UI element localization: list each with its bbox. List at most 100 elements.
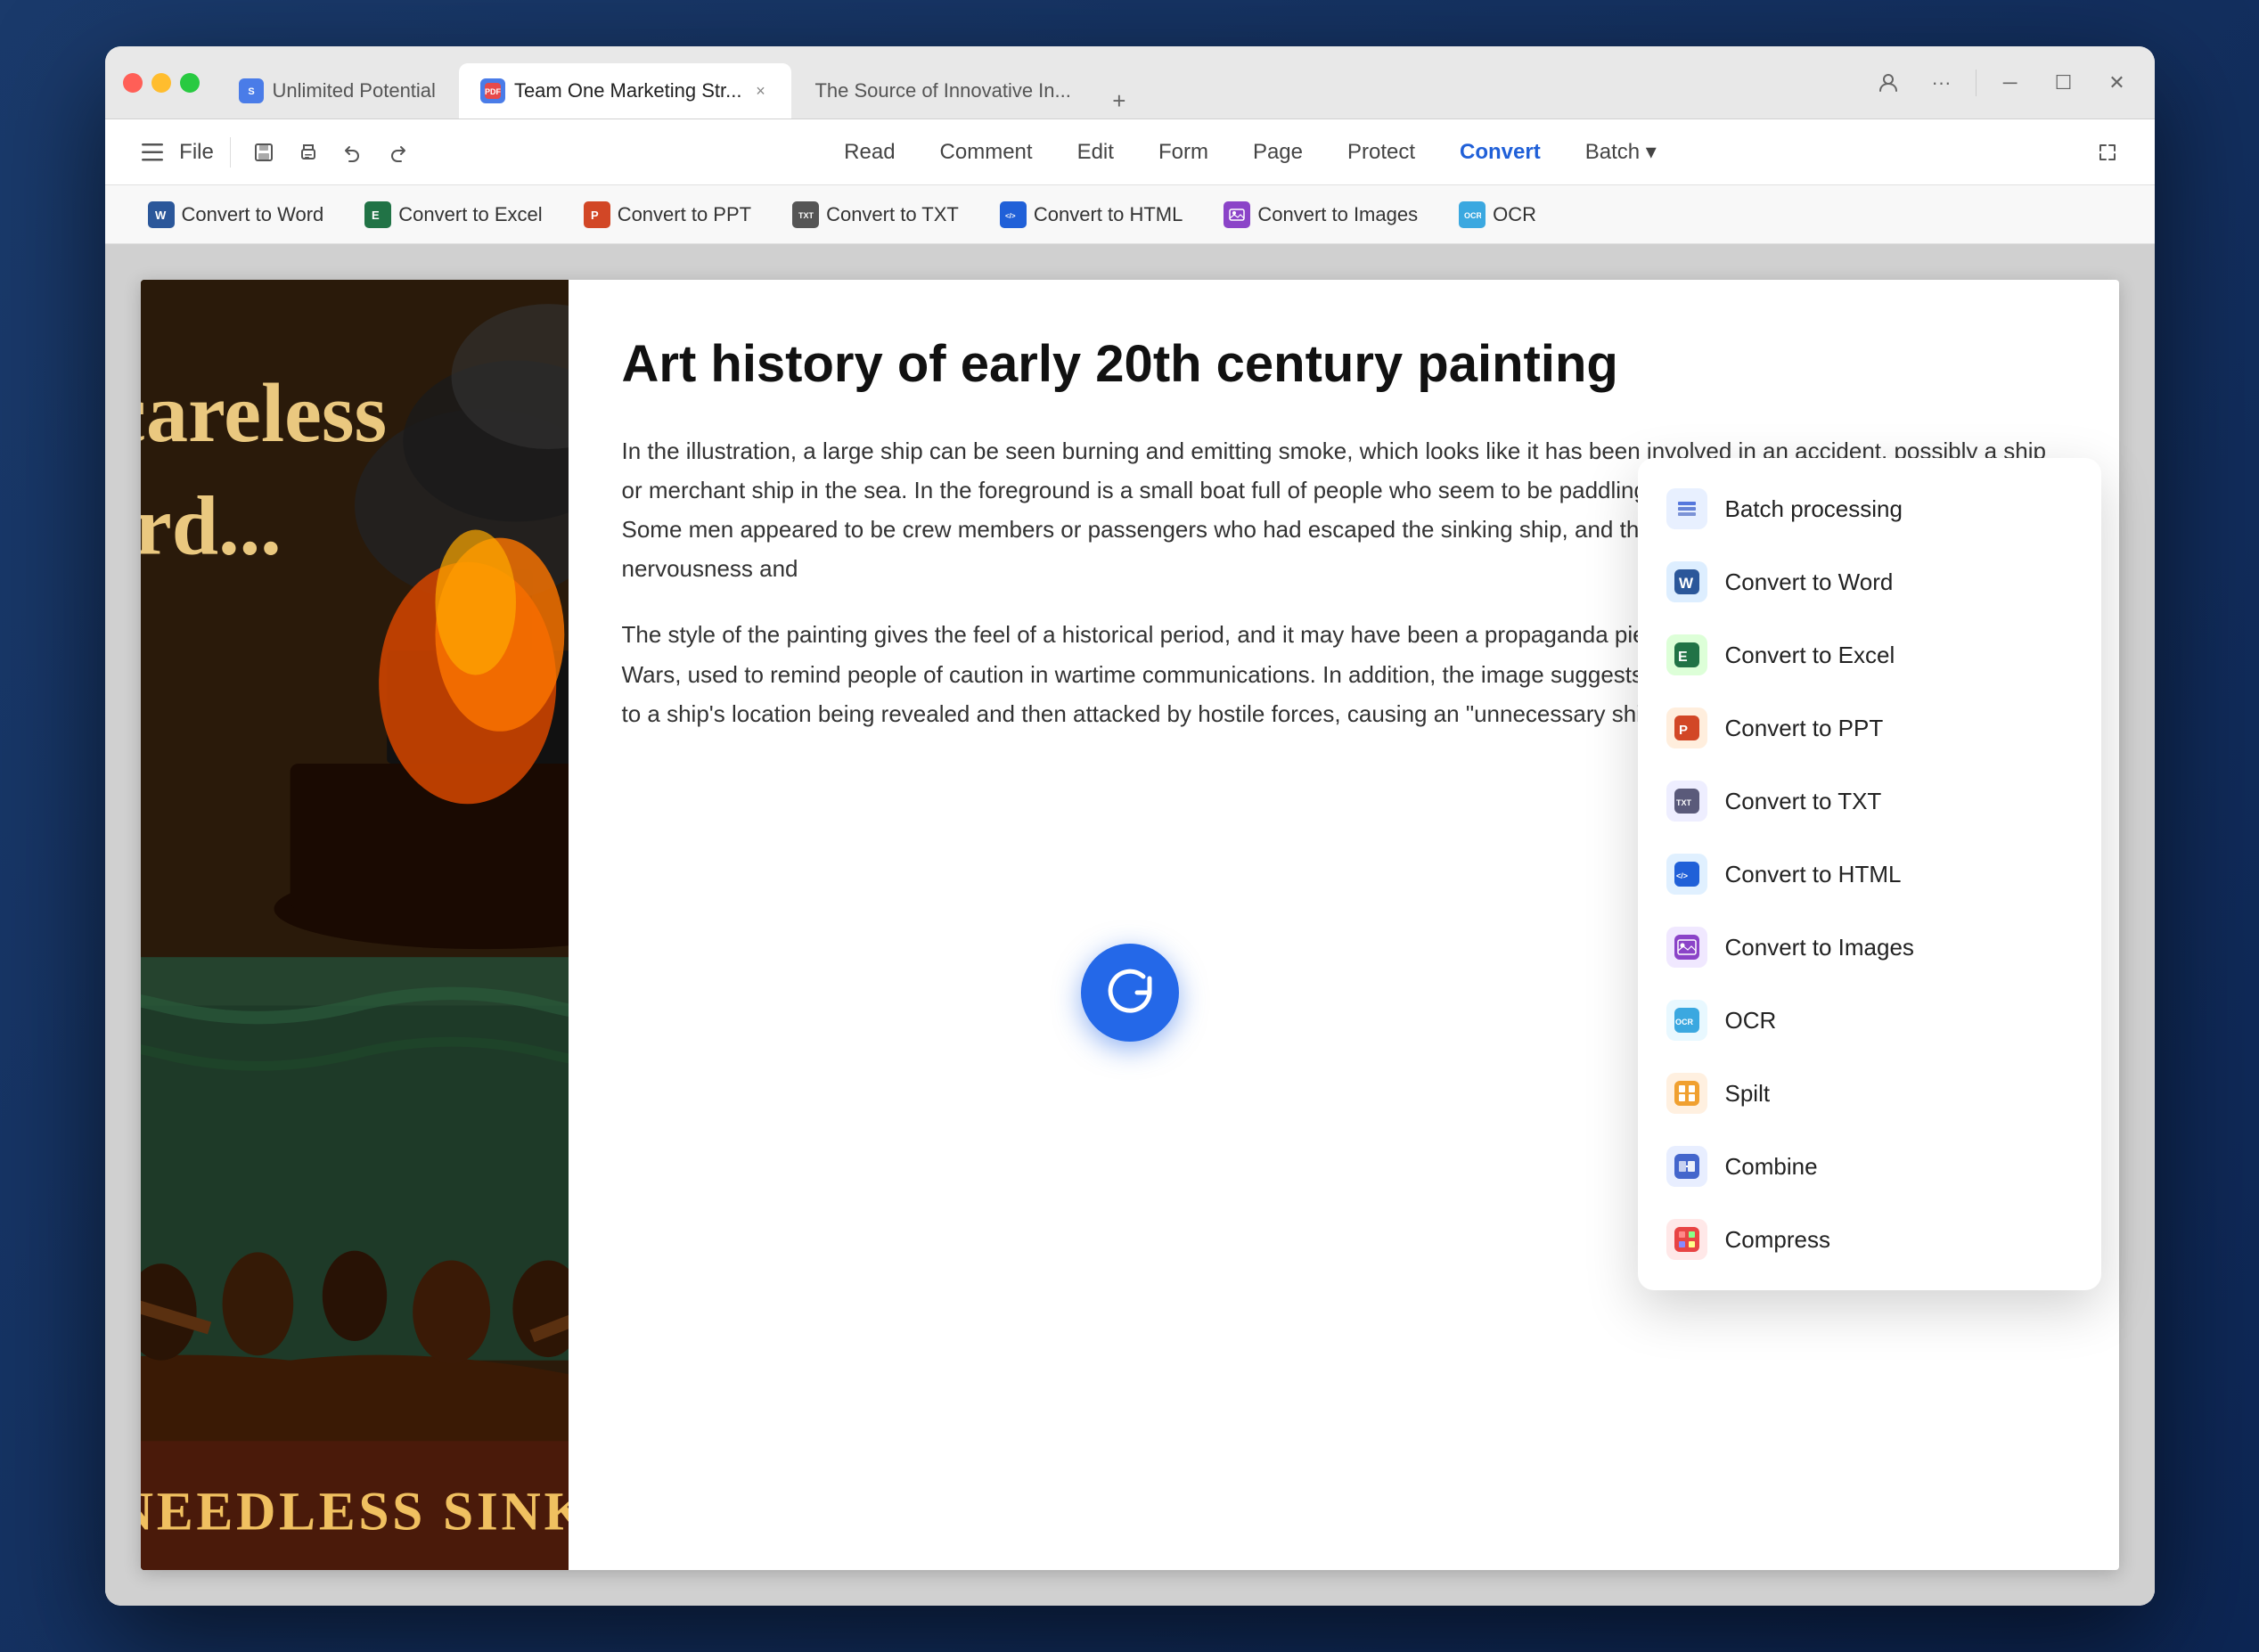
refresh-icon (1103, 966, 1157, 1019)
tab-teamone-close[interactable]: × (750, 81, 770, 101)
svg-text:E: E (372, 209, 380, 222)
tab-source-label: The Source of Innovative In... (814, 79, 1070, 102)
dropdown-batch-label: Batch processing (1725, 495, 1903, 523)
undo-button[interactable] (332, 132, 373, 173)
dropdown-item-combine[interactable]: Combine (1638, 1130, 2101, 1203)
redo-button[interactable] (377, 132, 418, 173)
convert-to-word-button[interactable]: W Convert to Word (132, 192, 340, 237)
html-icon: </> (1000, 201, 1027, 228)
dropdown-ppt-icon: P (1666, 707, 1707, 748)
svg-text:P: P (591, 209, 599, 222)
file-menu-button[interactable]: File (176, 132, 217, 173)
convert-toolbar: W Convert to Word E Convert to Excel P C… (105, 185, 2155, 244)
tab-unlimited[interactable]: S Unlimited Potential (217, 63, 457, 119)
excel-icon: E (364, 201, 391, 228)
user-button[interactable] (1869, 63, 1908, 102)
convert-to-ocr-button[interactable]: OCR OCR (1443, 192, 1552, 237)
dropdown-split-icon (1666, 1073, 1707, 1114)
svg-text:P: P (1679, 723, 1688, 738)
svg-text:S: S (248, 86, 254, 97)
nav-edit[interactable]: Edit (1058, 131, 1134, 174)
nav-batch[interactable]: Batch ▾ (1566, 130, 1676, 174)
svg-text:OCR: OCR (1464, 211, 1481, 220)
dropdown-item-html[interactable]: </> Convert to HTML (1638, 838, 2101, 911)
nav-page[interactable]: Page (1233, 131, 1322, 174)
dropdown-compress-icon (1666, 1219, 1707, 1260)
svg-text:...A NEEDLESS SINKING: ...A NEEDLESS SINKING (141, 1482, 569, 1542)
maximize-window-button[interactable] (180, 73, 200, 93)
main-toolbar: File (105, 119, 2155, 185)
nav-convert[interactable]: Convert (1440, 131, 1560, 174)
dropdown-item-ppt[interactable]: P Convert to PPT (1638, 691, 2101, 765)
new-tab-button[interactable]: + (1101, 83, 1137, 119)
convert-action-button[interactable] (1081, 944, 1179, 1042)
minimize-window-button[interactable] (151, 73, 171, 93)
nav-read[interactable]: Read (824, 131, 914, 174)
dropdown-html-icon: </> (1666, 854, 1707, 895)
ppt-icon: P (584, 201, 610, 228)
svg-text:TXT: TXT (798, 211, 814, 220)
window-close-button[interactable]: ✕ (2098, 63, 2137, 102)
dropdown-item-split[interactable]: Spilt (1638, 1057, 2101, 1130)
convert-to-txt-button[interactable]: TXT Convert to TXT (776, 192, 975, 237)
dropdown-item-word[interactable]: W Convert to Word (1638, 545, 2101, 618)
batch-icon (1666, 488, 1707, 529)
tab-teamone[interactable]: PDF Team One Marketing Str... × (459, 63, 792, 119)
app-window: S Unlimited Potential PDF Team One Marke… (105, 46, 2155, 1606)
svg-text:word...: word... (141, 480, 282, 573)
more-button[interactable]: ··· (1922, 63, 1961, 102)
dropdown-excel-icon: E (1666, 634, 1707, 675)
convert-to-ppt-button[interactable]: P Convert to PPT (568, 192, 767, 237)
convert-to-html-button[interactable]: </> Convert to HTML (984, 192, 1199, 237)
nav-menu: Read Comment Edit Form Page Protect Conv… (418, 130, 2083, 174)
toolbar-sep-1 (230, 137, 231, 168)
titlebar: S Unlimited Potential PDF Team One Marke… (105, 46, 2155, 119)
svg-text:W: W (155, 209, 167, 222)
expand-button[interactable] (2087, 132, 2128, 173)
dropdown-combine-icon (1666, 1146, 1707, 1187)
toolbar-left: File (132, 132, 418, 173)
close-window-button[interactable] (123, 73, 143, 93)
toolbar-right (2083, 132, 2128, 173)
dropdown-item-images[interactable]: Convert to Images (1638, 911, 2101, 984)
window-minimize-button[interactable]: ─ (1991, 63, 2030, 102)
word-icon: W (148, 201, 175, 228)
dropdown-combine-label: Combine (1725, 1153, 1818, 1181)
dropdown-item-txt[interactable]: TXT Convert to TXT (1638, 765, 2101, 838)
svg-text:E: E (1678, 650, 1688, 665)
convert-to-images-button[interactable]: Convert to Images (1207, 192, 1434, 237)
print-button[interactable] (288, 132, 329, 173)
window-restore-button[interactable]: ☐ (2044, 63, 2083, 102)
dropdown-item-excel[interactable]: E Convert to Excel (1638, 618, 2101, 691)
dropdown-word-icon: W (1666, 561, 1707, 602)
dropdown-images-icon (1666, 927, 1707, 968)
titlebar-separator (1976, 70, 1977, 96)
article-title: Art history of early 20th century painti… (622, 333, 2066, 396)
dropdown-item-ocr[interactable]: OCR OCR (1638, 984, 2101, 1057)
hamburger-menu-button[interactable] (132, 132, 173, 173)
convert-dropdown-menu: Batch processing W Convert to Word (1638, 458, 2101, 1290)
dropdown-ppt-label: Convert to PPT (1725, 715, 1884, 742)
file-label: File (179, 140, 214, 165)
tab-teamone-label: Team One Marketing Str... (514, 79, 742, 102)
dropdown-item-compress[interactable]: Compress (1638, 1203, 2101, 1276)
svg-text:A careless: A careless (141, 367, 387, 460)
tab-source[interactable]: The Source of Innovative In... (793, 63, 1092, 119)
save-button[interactable] (243, 132, 284, 173)
svg-text:W: W (1679, 575, 1694, 592)
dropdown-txt-icon: TXT (1666, 781, 1707, 822)
tab-unlimited-label: Unlimited Potential (273, 79, 436, 102)
nav-protect[interactable]: Protect (1328, 131, 1435, 174)
dropdown-html-label: Convert to HTML (1725, 861, 1902, 888)
svg-text:OCR: OCR (1675, 1018, 1694, 1026)
painting-panel: A careless word... ...A NEEDLESS SINKING (141, 280, 569, 1570)
nav-comment[interactable]: Comment (921, 131, 1052, 174)
dropdown-excel-label: Convert to Excel (1725, 642, 1895, 669)
dropdown-item-batch[interactable]: Batch processing (1638, 472, 2101, 545)
dropdown-ocr-icon: OCR (1666, 1000, 1707, 1041)
svg-text:PDF: PDF (485, 87, 501, 96)
dropdown-images-label: Convert to Images (1725, 934, 1914, 961)
nav-form[interactable]: Form (1139, 131, 1228, 174)
convert-to-excel-button[interactable]: E Convert to Excel (348, 192, 558, 237)
dropdown-word-label: Convert to Word (1725, 568, 1894, 596)
